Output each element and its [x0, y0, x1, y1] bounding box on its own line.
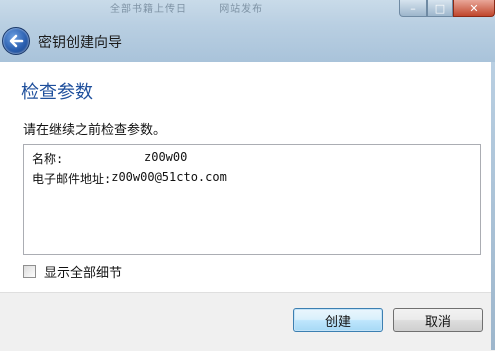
maximize-button[interactable]: □	[427, 0, 453, 17]
back-arrow-icon	[9, 34, 24, 48]
background-tabs: 全部书籍上传日 网站发布	[110, 0, 291, 15]
title-bar: 全部书籍上传日 网站发布 – □ ✕ 密钥创建向导	[0, 0, 495, 62]
show-details-option[interactable]: 显示全部细节	[23, 262, 122, 281]
parameters-box[interactable]: 名称: z00w00 电子邮件地址: z00w00@51cto.com	[23, 144, 481, 255]
param-key: 名称:	[32, 152, 64, 166]
wizard-title: 密钥创建向导	[38, 35, 122, 51]
window-frame-edge	[491, 62, 495, 350]
background-tab: 网站发布	[219, 4, 264, 15]
show-details-checkbox[interactable]	[23, 265, 36, 278]
show-details-label[interactable]: 显示全部细节	[44, 262, 122, 281]
background-tab: 全部书籍上传日	[110, 4, 187, 15]
close-button[interactable]: ✕	[453, 0, 495, 17]
window-controls: – □ ✕	[399, 0, 495, 18]
back-button[interactable]	[2, 27, 30, 55]
create-button[interactable]: 创建	[293, 308, 383, 332]
page-description: 请在继续之前检查参数。	[23, 123, 167, 138]
cancel-button[interactable]: 取消	[393, 308, 483, 332]
param-row: 名称: z00w00	[32, 150, 472, 170]
page-heading: 检查参数	[21, 82, 93, 103]
param-row: 电子邮件地址: z00w00@51cto.com	[32, 170, 472, 190]
minimize-button[interactable]: –	[399, 0, 427, 17]
button-bar: 创建 取消	[0, 292, 495, 351]
param-value: z00w00	[144, 150, 188, 164]
wizard-content: 检查参数 请在继续之前检查参数。 名称: z00w00 电子邮件地址: z00w…	[0, 62, 495, 292]
param-key: 电子邮件地址:	[32, 172, 112, 186]
param-value: z00w00@51cto.com	[111, 170, 227, 184]
